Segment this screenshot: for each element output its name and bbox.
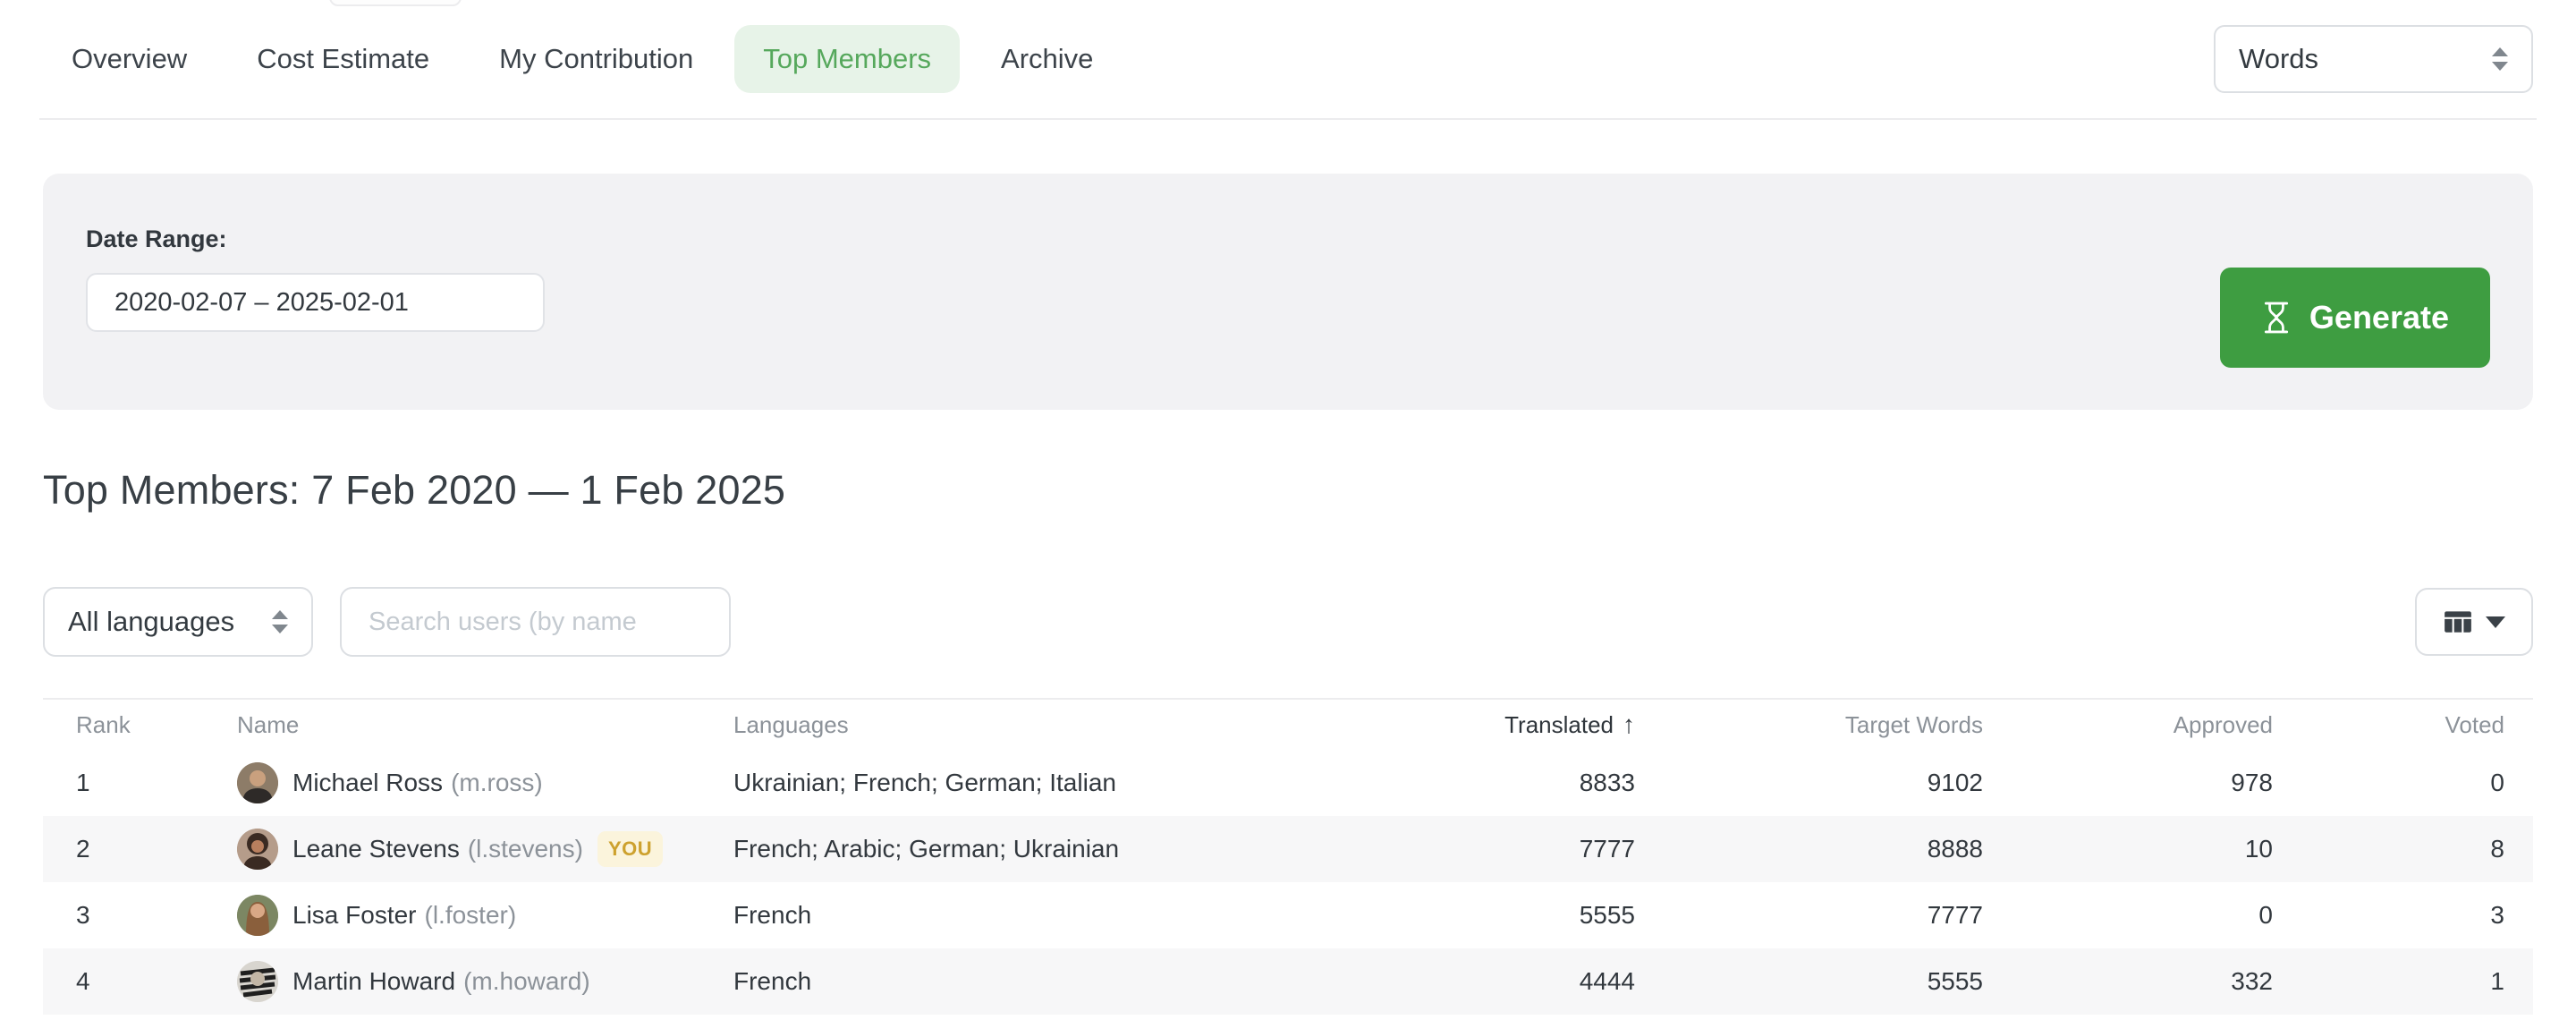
- caret-down-icon: [2486, 616, 2505, 628]
- language-filter-value: All languages: [68, 606, 234, 638]
- voted-value: 0: [2273, 769, 2533, 797]
- approved-value: 0: [1983, 901, 2273, 930]
- column-header-languages[interactable]: Languages: [733, 711, 1333, 739]
- voted-value: 3: [2273, 901, 2533, 930]
- column-header-rank[interactable]: Rank: [43, 711, 237, 739]
- table-row[interactable]: 3 Lisa Foster (l.foster) French 5555 777…: [43, 882, 2533, 948]
- generate-label: Generate: [2309, 299, 2449, 336]
- member-name[interactable]: Leane Stevens: [292, 835, 460, 863]
- table-row[interactable]: 2 Leane Stevens (l.stevens) YOU French; …: [43, 816, 2533, 882]
- tab-overview[interactable]: Overview: [43, 25, 216, 93]
- avatar: [237, 829, 278, 870]
- voted-value: 8: [2273, 835, 2533, 863]
- avatar: [237, 762, 278, 803]
- column-header-target-words[interactable]: Target Words: [1635, 711, 1983, 739]
- search-input[interactable]: [340, 587, 731, 657]
- translated-value: 5555: [1333, 901, 1635, 930]
- approved-value: 10: [1983, 835, 2273, 863]
- approved-value: 978: [1983, 769, 2273, 797]
- voted-value: 1: [2273, 967, 2533, 996]
- rank-value: 3: [43, 901, 237, 930]
- column-header-voted[interactable]: Voted: [2273, 711, 2533, 739]
- target-words-value: 5555: [1635, 967, 1983, 996]
- table-row[interactable]: 1 Michael Ross (m.ross) Ukrainian; Frenc…: [43, 750, 2533, 816]
- target-words-value: 7777: [1635, 901, 1983, 930]
- generate-button[interactable]: Generate: [2220, 268, 2490, 368]
- metric-select[interactable]: Words: [2214, 25, 2533, 93]
- column-header-translated[interactable]: Translated ↑: [1333, 710, 1635, 739]
- languages-value: French; Arabic; German; Ukrainian: [733, 835, 1333, 863]
- table-row[interactable]: 4 Martin Howard (m.howard) French 4444 5…: [43, 948, 2533, 1015]
- date-range-input[interactable]: [86, 273, 545, 332]
- target-words-value: 9102: [1635, 769, 1983, 797]
- languages-value: French: [733, 901, 1333, 930]
- member-name[interactable]: Michael Ross: [292, 769, 443, 797]
- languages-value: French: [733, 967, 1333, 996]
- column-header-approved[interactable]: Approved: [1983, 711, 2273, 739]
- tab-top-members[interactable]: Top Members: [734, 25, 960, 93]
- approved-value: 332: [1983, 967, 2273, 996]
- page-title: Top Members: 7 Feb 2020 — 1 Feb 2025: [43, 467, 2533, 514]
- members-toolbar: All languages: [43, 587, 2533, 657]
- member-username: (l.stevens): [468, 835, 583, 863]
- member-username: (m.ross): [451, 769, 543, 797]
- report-filter-panel: Date Range: Generate: [43, 174, 2533, 410]
- languages-value: Ukrainian; French; German; Italian: [733, 769, 1333, 797]
- avatar: [237, 895, 278, 936]
- tabs-divider: [39, 118, 2537, 120]
- rank-value: 4: [43, 967, 237, 996]
- member-username: (m.howard): [463, 967, 590, 996]
- you-badge: YOU: [597, 831, 663, 867]
- member-name[interactable]: Lisa Foster: [292, 901, 417, 930]
- tabs-bar: Overview Cost Estimate My Contribution T…: [0, 0, 2576, 118]
- rank-value: 1: [43, 769, 237, 797]
- date-range-label: Date Range:: [86, 225, 2490, 253]
- translated-value: 8833: [1333, 769, 1635, 797]
- top-members-table: Rank Name Languages Translated ↑ Target …: [43, 698, 2533, 1015]
- select-spinner-icon: [2492, 47, 2508, 71]
- hourglass-icon: [2261, 300, 2292, 336]
- member-username: (l.foster): [425, 901, 517, 930]
- tab-cost-estimate[interactable]: Cost Estimate: [228, 25, 458, 93]
- translated-value: 7777: [1333, 835, 1635, 863]
- column-header-name[interactable]: Name: [237, 711, 733, 739]
- translated-value: 4444: [1333, 967, 1635, 996]
- sort-asc-icon: ↑: [1623, 710, 1635, 739]
- select-spinner-icon: [272, 610, 288, 633]
- rank-value: 2: [43, 835, 237, 863]
- metric-select-value: Words: [2239, 43, 2318, 75]
- column-settings-button[interactable]: [2415, 588, 2533, 656]
- target-words-value: 8888: [1635, 835, 1983, 863]
- avatar: [237, 961, 278, 1002]
- table-header: Rank Name Languages Translated ↑ Target …: [43, 698, 2533, 750]
- language-filter-select[interactable]: All languages: [43, 587, 313, 657]
- tab-archive[interactable]: Archive: [972, 25, 1122, 93]
- tab-my-contribution[interactable]: My Contribution: [470, 25, 722, 93]
- columns-icon: [2443, 607, 2473, 637]
- report-tabs: Overview Cost Estimate My Contribution T…: [43, 25, 1122, 93]
- column-header-translated-label: Translated: [1504, 711, 1614, 739]
- member-name[interactable]: Martin Howard: [292, 967, 455, 996]
